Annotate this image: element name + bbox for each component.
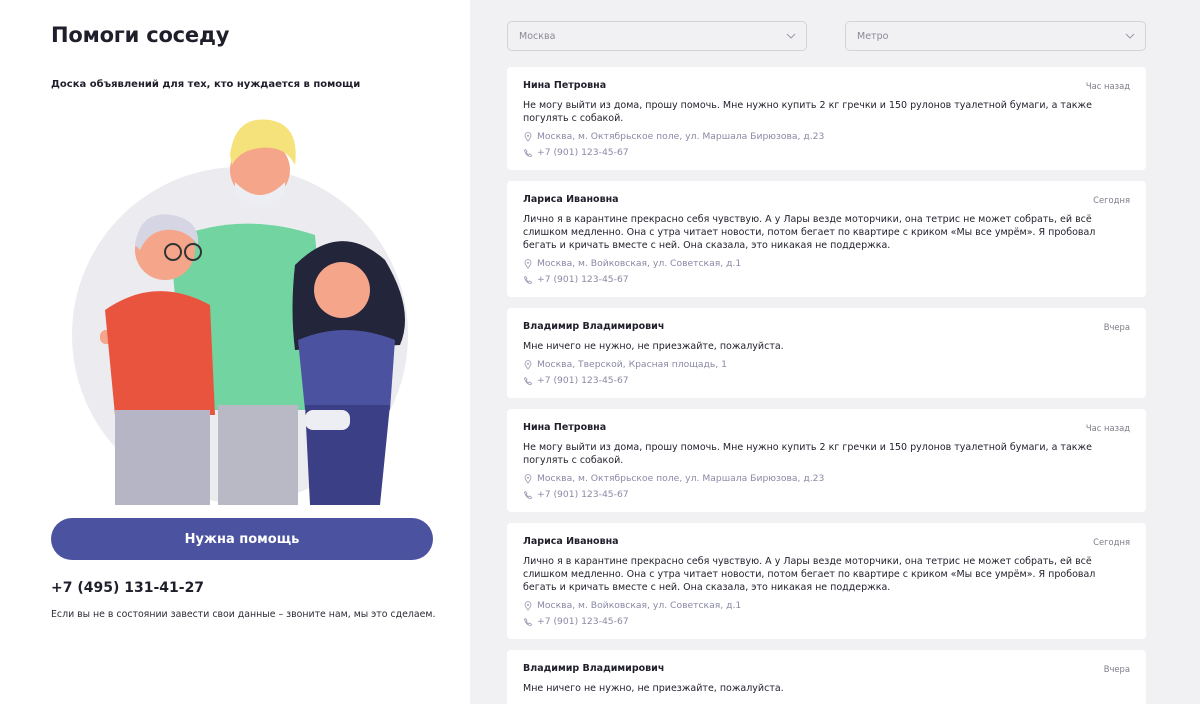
post-time: Час назад	[1085, 423, 1130, 433]
city-select[interactable]: Москва	[507, 21, 807, 51]
post-address: Москва, м. Войковская, ул. Советская, д.…	[537, 600, 742, 611]
post-author: Лариса Ивановна	[523, 194, 619, 205]
post-author: Владимир Владимирович	[523, 321, 665, 332]
city-select-value: Москва	[519, 30, 556, 42]
post-address-row: Москва, м. Октябрьское поле, ул. Маршала…	[523, 473, 1130, 484]
metro-select[interactable]: Метро	[845, 21, 1146, 51]
chevron-down-icon	[1125, 33, 1135, 39]
post-text: Не могу выйти из дома, прошу помочь. Мне…	[523, 100, 1092, 124]
need-help-button[interactable]: Нужна помощь	[51, 518, 433, 560]
listings-panel: Москва Метро Нина Петровна Час назад Не …	[470, 0, 1200, 704]
post-card[interactable]: Нина Петровна Час назад Не могу выйти из…	[507, 409, 1146, 512]
post-card[interactable]: Лариса Ивановна Сегодня Лично я в карант…	[507, 181, 1146, 297]
post-phone-row: +7 (901) 123-45-67	[523, 375, 1130, 386]
post-address: Москва, м. Октябрьское поле, ул. Маршала…	[537, 473, 825, 484]
post-address-row: Москва, Тверской, Красная площадь, 1	[523, 359, 1130, 370]
post-card[interactable]: Владимир Владимирович Вчера Мне ничего н…	[507, 308, 1146, 398]
post-card[interactable]: Нина Петровна Час назад Не могу выйти из…	[507, 67, 1146, 170]
post-phone[interactable]: +7 (901) 123-45-67	[537, 375, 629, 386]
post-author: Владимир Владимирович	[523, 663, 665, 674]
location-pin-icon	[524, 600, 532, 611]
post-phone[interactable]: +7 (901) 123-45-67	[537, 274, 629, 285]
post-time: Час назад	[1085, 81, 1130, 91]
post-address: Москва, Тверской, Красная площадь, 1	[537, 359, 727, 370]
post-phone-row: +7 (901) 123-45-67	[523, 489, 1130, 500]
page-subtitle: Доска объявлений для тех, кто нуждается …	[51, 79, 361, 90]
post-time: Вчера	[1103, 322, 1130, 332]
post-address: Москва, м. Октябрьское поле, ул. Маршала…	[537, 131, 825, 142]
location-pin-icon	[524, 359, 532, 370]
location-pin-icon	[524, 131, 532, 142]
phone-icon	[523, 148, 533, 157]
post-phone[interactable]: +7 (901) 123-45-67	[537, 489, 629, 500]
post-text: Лично я в карантине прекрасно себя чувст…	[523, 556, 1096, 593]
post-card[interactable]: Лариса Ивановна Сегодня Лично я в карант…	[507, 523, 1146, 639]
post-phone-row: +7 (901) 123-45-67	[523, 147, 1130, 158]
location-pin-icon	[524, 473, 532, 484]
post-phone-row: +7 (901) 123-45-67	[523, 274, 1130, 285]
post-time: Вчера	[1103, 664, 1130, 674]
post-address-row: Москва, м. Войковская, ул. Советская, д.…	[523, 600, 1130, 611]
post-phone[interactable]: +7 (901) 123-45-67	[537, 147, 629, 158]
hotline-note: Если вы не в состоянии завести свои данн…	[51, 609, 436, 620]
post-time: Сегодня	[1093, 537, 1130, 547]
post-phone[interactable]: +7 (901) 123-45-67	[537, 616, 629, 627]
post-author: Нина Петровна	[523, 80, 607, 91]
hotline-phone[interactable]: +7 (495) 131-41-27	[51, 580, 204, 596]
post-address: Москва, м. Войковская, ул. Советская, д.…	[537, 258, 742, 269]
metro-select-value: Метро	[857, 30, 889, 42]
post-text: Не могу выйти из дома, прошу помочь. Мне…	[523, 442, 1092, 466]
post-card[interactable]: Владимир Владимирович Вчера Мне ничего н…	[507, 650, 1146, 704]
post-address-row: Москва, м. Октябрьское поле, ул. Маршала…	[523, 131, 1130, 142]
post-text: Мне ничего не нужно, не приезжайте, пожа…	[523, 341, 784, 352]
post-author: Нина Петровна	[523, 422, 607, 433]
phone-icon	[523, 376, 533, 385]
post-list: Нина Петровна Час назад Не могу выйти из…	[507, 67, 1146, 704]
post-time: Сегодня	[1093, 195, 1130, 205]
chevron-down-icon	[786, 33, 796, 39]
neighbors-illustration	[72, 119, 408, 505]
sidebar: Помоги соседу Доска объявлений для тех, …	[0, 0, 470, 704]
post-author: Лариса Ивановна	[523, 536, 619, 547]
post-text: Лично я в карантине прекрасно себя чувст…	[523, 214, 1096, 251]
phone-icon	[523, 617, 533, 626]
phone-icon	[523, 490, 533, 499]
location-pin-icon	[524, 258, 532, 269]
phone-icon	[523, 275, 533, 284]
page-title: Помоги соседу	[51, 23, 230, 47]
post-address-row: Москва, м. Войковская, ул. Советская, д.…	[523, 258, 1130, 269]
post-text: Мне ничего не нужно, не приезжайте, пожа…	[523, 683, 784, 694]
post-phone-row: +7 (901) 123-45-67	[523, 616, 1130, 627]
